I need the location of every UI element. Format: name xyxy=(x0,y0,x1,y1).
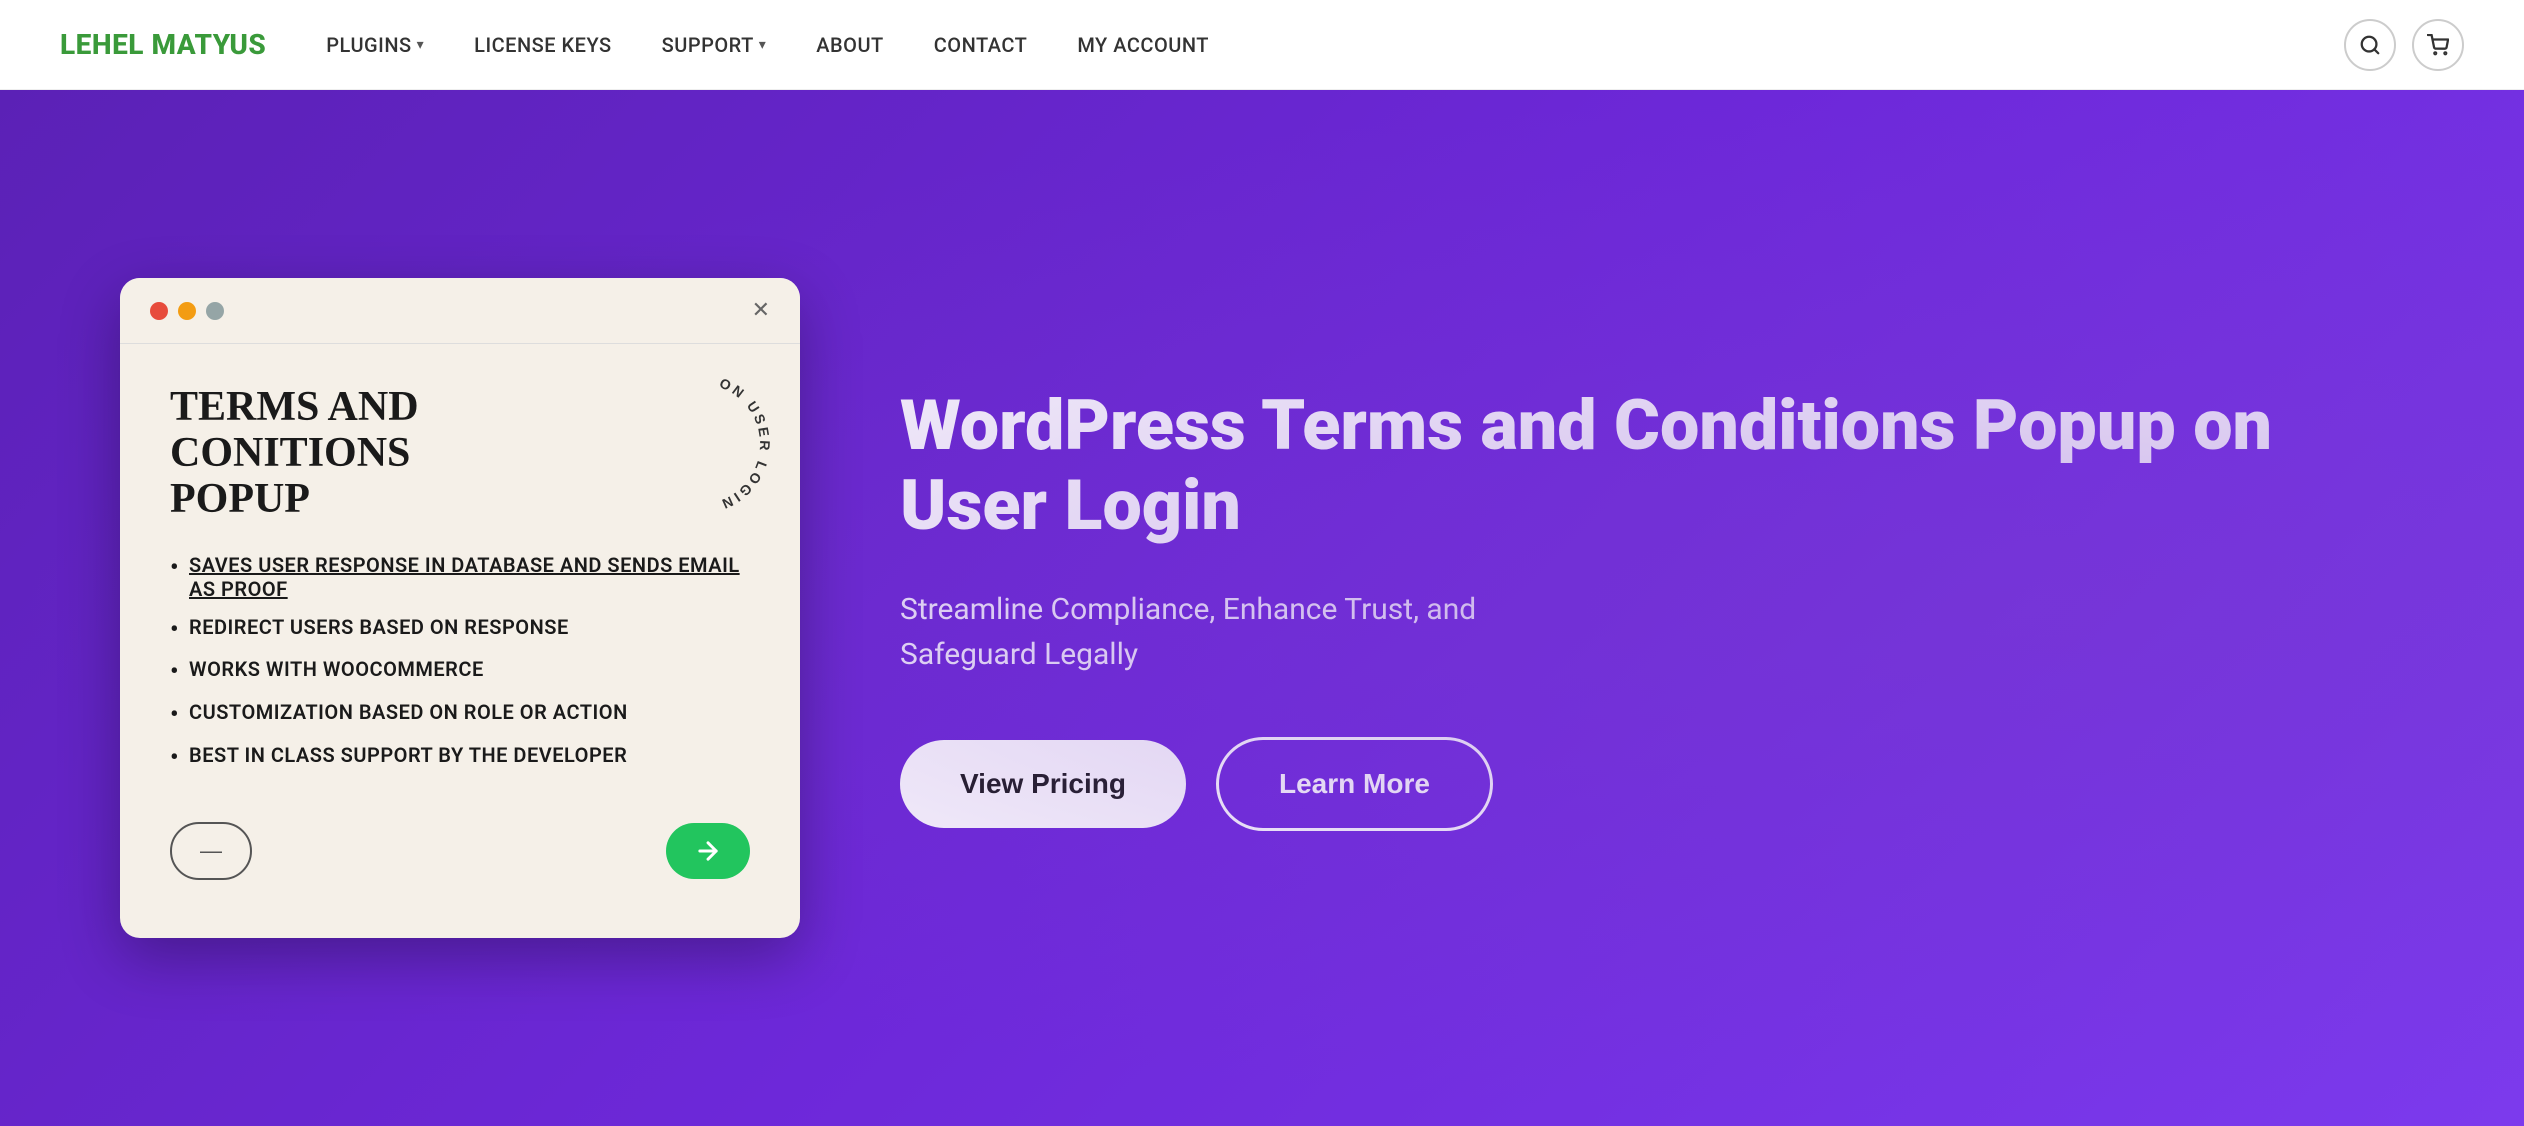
nav-plugins[interactable]: PLUGINS ▾ xyxy=(326,33,424,57)
hero-section: ✕ ON USER LOGIN TERMS AND CONITIONS POPU… xyxy=(0,90,2524,1126)
bullet-icon: • xyxy=(170,700,179,729)
search-button[interactable] xyxy=(2344,19,2396,71)
card-actions: — xyxy=(170,822,750,880)
close-icon: ✕ xyxy=(752,298,770,323)
curved-text-svg: ON USER LOGIN xyxy=(620,364,780,524)
nav-contact[interactable]: CONTACT xyxy=(934,33,1028,57)
traffic-lights xyxy=(150,302,224,320)
list-item: • REDIRECT USERS BASED ON RESPONSE xyxy=(170,615,750,644)
traffic-light-gray xyxy=(206,302,224,320)
hero-buttons: View Pricing Learn More xyxy=(900,737,2404,831)
curved-badge: ON USER LOGIN xyxy=(620,364,780,524)
bullet-icon: • xyxy=(170,553,179,582)
list-item: • SAVES USER RESPONSE IN DATABASE AND SE… xyxy=(170,553,750,601)
cart-icon xyxy=(2427,34,2449,56)
nav-about[interactable]: ABOUT xyxy=(816,33,883,57)
bullet-icon: • xyxy=(170,657,179,686)
svg-text:ON USER LOGIN: ON USER LOGIN xyxy=(717,375,773,514)
list-item: • WORKS WITH WOOCOMMERCE xyxy=(170,657,750,686)
learn-more-button[interactable]: Learn More xyxy=(1216,737,1493,831)
search-icon xyxy=(2359,34,2381,56)
header-actions xyxy=(2344,19,2464,71)
arrow-right-icon xyxy=(694,837,722,865)
card-title: TERMS AND CONITIONS POPUP xyxy=(170,384,510,523)
cart-button[interactable] xyxy=(2412,19,2464,71)
hero-content: WordPress Terms and Conditions Popup on … xyxy=(900,386,2404,831)
plugins-chevron-icon: ▾ xyxy=(417,37,425,53)
accept-button[interactable] xyxy=(666,823,750,879)
list-item: • BEST IN CLASS SUPPORT BY THE DEVELOPER xyxy=(170,743,750,772)
bullet-icon: • xyxy=(170,615,179,644)
nav-support[interactable]: SUPPORT ▾ xyxy=(662,33,767,57)
card-titlebar: ✕ xyxy=(120,278,800,344)
list-item: • CUSTOMIZATION BASED ON ROLE OR ACTION xyxy=(170,700,750,729)
nav-my-account[interactable]: MY ACCOUNT xyxy=(1077,33,1209,57)
traffic-light-red xyxy=(150,302,168,320)
brand-logo[interactable]: LEHEL MATYUS xyxy=(60,28,266,61)
bullet-icon: • xyxy=(170,743,179,772)
feature-list: • SAVES USER RESPONSE IN DATABASE AND SE… xyxy=(170,553,750,772)
site-header: LEHEL MATYUS PLUGINS ▾ LICENSE KEYS SUPP… xyxy=(0,0,2524,90)
hero-title: WordPress Terms and Conditions Popup on … xyxy=(900,386,2404,547)
main-nav: PLUGINS ▾ LICENSE KEYS SUPPORT ▾ ABOUT C… xyxy=(326,33,2344,57)
plugin-card-illustration: ✕ ON USER LOGIN TERMS AND CONITIONS POPU… xyxy=(120,278,800,938)
support-chevron-icon: ▾ xyxy=(759,37,767,53)
hero-subtitle: Streamline Compliance, Enhance Trust, an… xyxy=(900,587,1600,677)
view-pricing-button[interactable]: View Pricing xyxy=(900,740,1186,828)
decline-button[interactable]: — xyxy=(170,822,252,880)
card-body: ON USER LOGIN TERMS AND CONITIONS POPUP … xyxy=(120,344,800,930)
traffic-light-yellow xyxy=(178,302,196,320)
nav-license-keys[interactable]: LICENSE KEYS xyxy=(474,33,612,57)
